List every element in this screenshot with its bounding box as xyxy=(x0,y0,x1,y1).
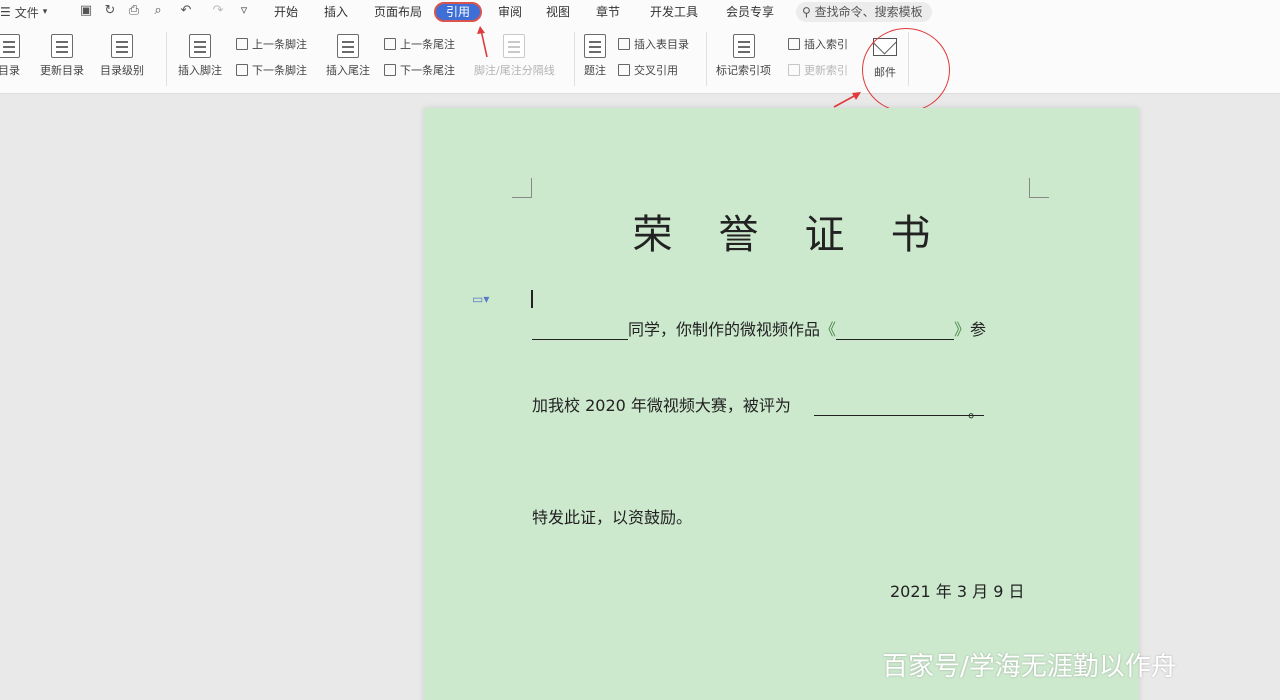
text-cursor xyxy=(531,290,533,308)
line1-text: 同学，你制作的微视频作品 xyxy=(628,320,821,339)
customize-icon[interactable]: ▿ xyxy=(234,3,254,18)
prev-footnote-icon xyxy=(236,38,248,50)
next-footnote-button[interactable]: 下一条脚注 xyxy=(236,62,307,78)
ribbon-divider xyxy=(706,32,707,86)
mark-index-icon xyxy=(732,34,755,58)
export-icon[interactable]: ↻ xyxy=(100,3,120,18)
paragraph-handle-icon[interactable]: ▭▾ xyxy=(472,292,489,306)
prev-endnote-icon xyxy=(384,38,396,50)
prev-endnote-label: 上一条尾注 xyxy=(400,38,455,51)
tab-insert[interactable]: 插入 xyxy=(324,2,348,22)
next-endnote-icon xyxy=(384,64,396,76)
prev-footnote-button[interactable]: 上一条脚注 xyxy=(236,36,307,52)
tab-page-layout[interactable]: 页面布局 xyxy=(374,2,422,22)
open-bracket: 《 xyxy=(820,320,837,339)
ribbon-toolbar: 目录 更新目录 目录级别 插入脚注 上一条脚注 下一条脚注 插入尾注 上一条尾注… xyxy=(0,26,1280,94)
tab-home[interactable]: 开始 xyxy=(274,2,298,22)
insert-footnote-label: 插入脚注 xyxy=(178,64,222,77)
margin-corner-mark xyxy=(1029,178,1049,198)
search-placeholder: 查找命令、搜索模板 xyxy=(814,5,923,19)
redo-icon[interactable]: ↷ xyxy=(208,3,228,18)
caption-button[interactable]: 题注 xyxy=(584,34,606,78)
toc-level-button[interactable]: 目录级别 xyxy=(100,34,144,78)
name-blank[interactable] xyxy=(532,322,628,340)
toc-level-icon xyxy=(111,34,133,58)
cross-reference-button[interactable]: 交叉引用 xyxy=(618,62,678,78)
next-endnote-label: 下一条尾注 xyxy=(400,64,455,77)
line2-end: 。 xyxy=(967,402,984,421)
tab-view[interactable]: 视图 xyxy=(546,2,570,22)
toc-icon xyxy=(0,34,20,58)
tab-member[interactable]: 会员专享 xyxy=(726,2,774,22)
annotation-circle xyxy=(862,28,950,112)
file-menu[interactable]: ☰ 文件 ▾ xyxy=(0,3,47,21)
update-index-label: 更新索引 xyxy=(804,64,848,77)
ribbon-divider xyxy=(166,32,167,86)
toc-level-label: 目录级别 xyxy=(100,64,144,77)
toc-button[interactable]: 目录 xyxy=(0,34,20,78)
prev-footnote-label: 上一条脚注 xyxy=(252,38,307,51)
award-blank[interactable]: 。 xyxy=(814,398,984,421)
cross-reference-icon xyxy=(618,64,630,76)
next-endnote-button[interactable]: 下一条尾注 xyxy=(384,62,455,78)
certificate-line-3: 特发此证，以资鼓励。 xyxy=(532,508,693,527)
tab-review[interactable]: 审阅 xyxy=(498,2,522,22)
tab-developer[interactable]: 开发工具 xyxy=(650,2,698,22)
close-bracket: 》 xyxy=(954,320,971,339)
separator-icon xyxy=(503,34,526,58)
footnote-separator-label: 脚注/尾注分隔线 xyxy=(474,64,555,77)
mark-index-entry-button[interactable]: 标记索引项 xyxy=(716,34,771,78)
margin-corner-mark xyxy=(512,178,532,198)
insert-index-icon xyxy=(788,38,800,50)
undo-icon[interactable]: ↶ xyxy=(176,3,196,18)
insert-endnote-button[interactable]: 插入尾注 xyxy=(326,34,370,78)
caption-icon xyxy=(584,34,606,58)
mark-index-entry-label: 标记索引项 xyxy=(716,64,771,77)
insert-endnote-label: 插入尾注 xyxy=(326,64,370,77)
update-toc-label: 更新目录 xyxy=(40,64,84,77)
certificate-line-2: 加我校 2020 年微视频大赛，被评为 。 xyxy=(532,392,984,421)
work-title-blank[interactable] xyxy=(836,322,955,340)
hamburger-icon: ☰ xyxy=(0,5,11,19)
certificate-title: 荣誉证书 xyxy=(632,212,977,258)
update-toc-icon xyxy=(51,34,73,58)
caption-label: 题注 xyxy=(584,64,606,77)
tab-section[interactable]: 章节 xyxy=(596,2,620,22)
arrow-to-mail-button xyxy=(833,92,861,108)
insert-index-button[interactable]: 插入索引 xyxy=(788,36,848,52)
search-box[interactable]: ⚲ 查找命令、搜索模板 xyxy=(796,2,932,22)
next-footnote-label: 下一条脚注 xyxy=(252,64,307,77)
print-icon[interactable]: ⎙ xyxy=(124,3,144,18)
insert-footnote-button[interactable]: 插入脚注 xyxy=(178,34,222,78)
next-footnote-icon xyxy=(236,64,248,76)
update-index-button[interactable]: 更新索引 xyxy=(788,62,848,78)
preview-icon[interactable]: ⌕ xyxy=(148,3,168,18)
insert-table-of-figures-label: 插入表目录 xyxy=(634,38,689,51)
table-of-figures-icon xyxy=(618,38,630,50)
footnote-separator-button[interactable]: 脚注/尾注分隔线 xyxy=(474,34,555,78)
search-icon: ⚲ xyxy=(802,5,811,19)
insert-index-label: 插入索引 xyxy=(804,38,848,51)
ribbon-divider xyxy=(574,32,575,86)
document-page[interactable]: 荣誉证书 ▭▾ 同学，你制作的微视频作品《 》参 加我校 2020 年微视频大赛，… xyxy=(424,108,1139,700)
line1-end: 参 xyxy=(970,320,987,339)
save-icon[interactable]: ▣ xyxy=(76,3,96,18)
line2-text: 加我校 2020 年微视频大赛，被评为 xyxy=(532,396,791,415)
footnote-icon xyxy=(189,34,211,58)
insert-table-of-figures-button[interactable]: 插入表目录 xyxy=(618,36,689,52)
file-menu-label: 文件 xyxy=(14,5,39,20)
chevron-down-icon: ▾ xyxy=(42,7,48,17)
update-toc-button[interactable]: 更新目录 xyxy=(40,34,84,78)
tab-references[interactable]: 引用 xyxy=(434,2,483,22)
watermark-text: 百家号/学海无涯勤以作舟 xyxy=(882,652,1177,682)
certificate-line-1: 同学，你制作的微视频作品《 》参 xyxy=(532,316,986,340)
update-index-icon xyxy=(788,64,800,76)
prev-endnote-button[interactable]: 上一条尾注 xyxy=(384,36,455,52)
toc-label: 目录 xyxy=(0,64,20,77)
certificate-date: 2021 年 3 月 9 日 xyxy=(890,582,1025,601)
cross-reference-label: 交叉引用 xyxy=(634,64,678,77)
endnote-icon xyxy=(337,34,359,58)
menu-bar: ☰ 文件 ▾ ▣ ↻ ⎙ ⌕ ↶ ↷ ▿ 开始 插入 页面布局 引用 审阅 视图… xyxy=(0,0,1280,26)
